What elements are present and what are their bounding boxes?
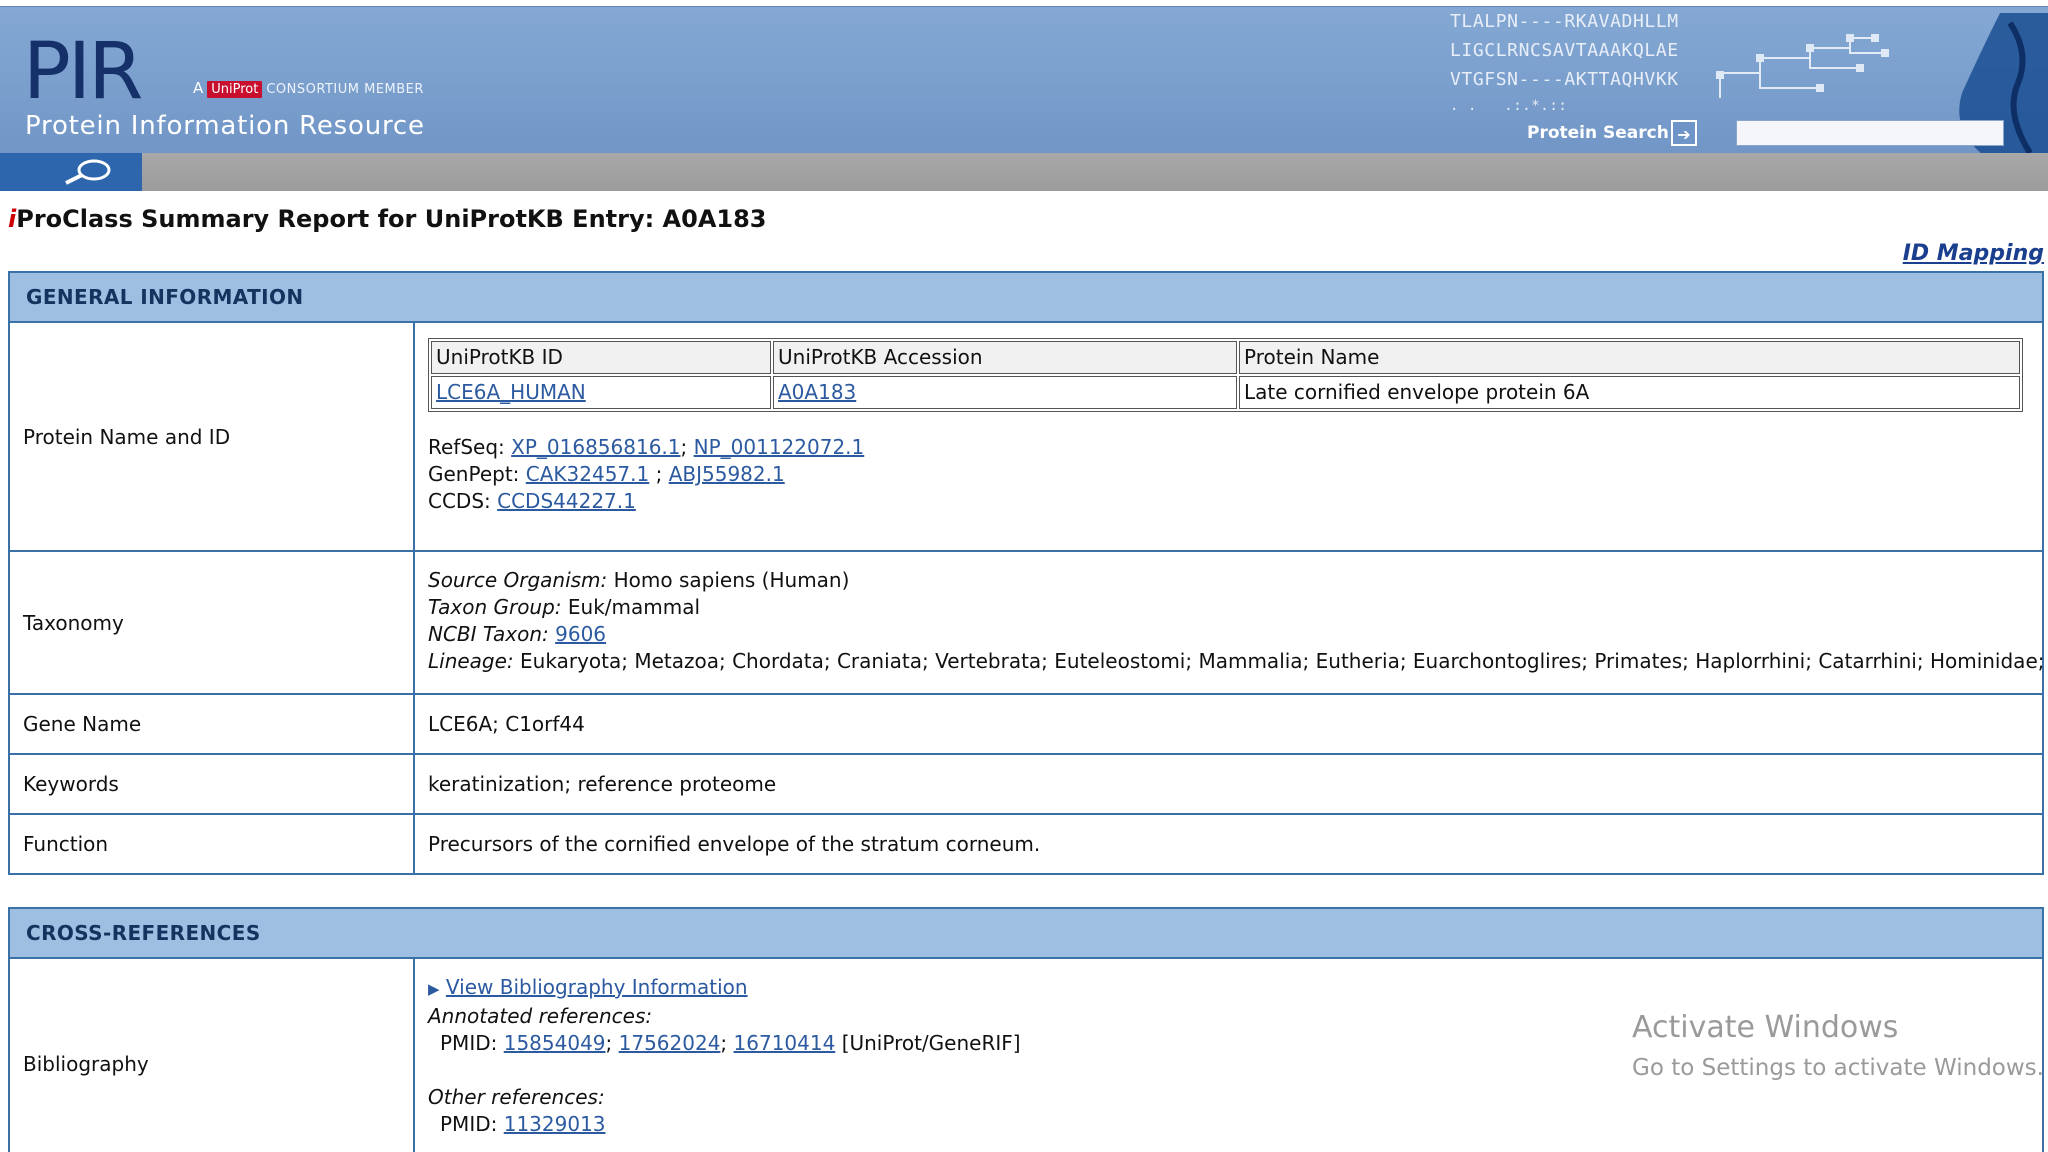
annotated-label-text: Annotated references: xyxy=(428,1004,653,1028)
row-label: Keywords xyxy=(10,755,415,813)
accession-link[interactable]: A0A183 xyxy=(778,380,856,404)
row-label: Function xyxy=(10,815,415,873)
genpept-link[interactable]: ABJ55982.1 xyxy=(669,462,785,486)
refseq-line: RefSeq: XP_016856816.1; NP_001122072.1 xyxy=(428,435,865,459)
site-subtitle: Protein Information Resource xyxy=(25,111,425,141)
pmid-label: PMID: xyxy=(440,1112,498,1136)
source-organism-label: Source Organism: xyxy=(428,568,608,592)
id-table-header: Protein Name xyxy=(1239,341,2020,374)
id-table-header: UniProtKB ID xyxy=(431,341,771,374)
member-prefix: A xyxy=(193,79,204,97)
other-references-label: Other references: xyxy=(428,1084,2042,1111)
sequence-line: . . .:.*.:: xyxy=(1450,98,1568,114)
pmid-link[interactable]: 16710414 xyxy=(734,1031,836,1055)
arrow-right-icon: ➔ xyxy=(1677,125,1691,144)
sequence-line: LIGCLRNCSAVTAAAKQLAE xyxy=(1450,40,1679,61)
consortium-text: CONSORTIUM MEMBER xyxy=(266,82,424,97)
source-organism-line: Source Organism: Homo sapiens (Human) xyxy=(428,567,2048,594)
taxon-group-label: Taxon Group: xyxy=(428,595,562,619)
id-mapping-link[interactable]: ID Mapping xyxy=(1903,241,2044,266)
protein-name-cell: Late cornified envelope protein 6A xyxy=(1239,376,2020,409)
id-table-cell: LCE6A_HUMAN xyxy=(431,376,771,409)
title-prefix: i xyxy=(8,205,17,233)
taxonomy-row: Taxonomy Source Organism: Homo sapiens (… xyxy=(10,552,2048,695)
lineage-line: Lineage: Eukaryota; Metazoa; Chordata; C… xyxy=(428,648,2048,675)
view-bibliography-line: ▶ View Bibliography Information xyxy=(428,974,2042,1003)
sequence-line: TLALPN----RKAVADHLLM xyxy=(1450,11,1679,32)
search-icon xyxy=(65,159,111,185)
uniprot-member-badge: A UniProt CONSORTIUM MEMBER xyxy=(193,79,424,98)
id-table: UniProtKB ID UniProtKB Accession Protein… xyxy=(428,338,2023,412)
pmid-link[interactable]: 17562024 xyxy=(619,1031,721,1055)
other-pmid-line: PMID: 11329013 xyxy=(428,1111,2042,1138)
ncbi-taxon-link[interactable]: 9606 xyxy=(555,622,606,646)
general-information-section: GENERAL INFORMATION Protein Name and ID … xyxy=(8,271,2048,875)
pmid-link[interactable]: 15854049 xyxy=(504,1031,606,1055)
pmid-label: PMID: xyxy=(440,1031,498,1055)
page: PIR A UniProt CONSORTIUM MEMBER Protein In… xyxy=(0,0,2048,1152)
lineage: Eukaryota; Metazoa; Chordata; Craniata; … xyxy=(520,649,2048,673)
taxon-group: Euk/mammal xyxy=(567,595,701,619)
refseq-link[interactable]: XP_016856816.1 xyxy=(511,435,680,459)
protein-name-value: UniProtKB ID UniProtKB Accession Protein… xyxy=(415,323,2042,550)
protein-search-input[interactable] xyxy=(1736,120,2004,146)
sequence-line: VTGFSN----AKTTAQHVKK xyxy=(1450,69,1679,90)
id-table-cell: A0A183 xyxy=(773,376,1237,409)
uniprot-id-link[interactable]: LCE6A_HUMAN xyxy=(436,380,586,404)
taxonomy-value: Source Organism: Homo sapiens (Human) Ta… xyxy=(415,552,2048,693)
refseq-link[interactable]: NP_001122072.1 xyxy=(694,435,865,459)
other-label-text: Other references: xyxy=(428,1085,605,1109)
ccds-link[interactable]: CCDS44227.1 xyxy=(497,489,636,513)
watermark-title: Activate Windows xyxy=(1632,1010,1899,1045)
row-label: Gene Name xyxy=(10,695,415,753)
pmid-link[interactable]: 11329013 xyxy=(504,1112,606,1136)
taxon-group-line: Taxon Group: Euk/mammal xyxy=(428,594,2048,621)
id-table-header: UniProtKB Accession xyxy=(773,341,1237,374)
genpept-label: GenPept: xyxy=(428,462,520,486)
page-title-text: ProClass Summary Report for UniProtKB En… xyxy=(16,205,767,233)
ccds-label: CCDS: xyxy=(428,489,491,513)
page-title: iProClass Summary Report for UniProtKB E… xyxy=(8,205,767,233)
search-nav-tab[interactable] xyxy=(0,153,142,191)
ncbi-taxon-line: NCBI Taxon: 9606 xyxy=(428,621,2048,648)
gene-name-row: Gene Name LCE6A; C1orf44 xyxy=(10,695,2042,755)
section-heading: GENERAL INFORMATION xyxy=(10,273,2042,323)
section-heading: CROSS-REFERENCES xyxy=(10,909,2042,959)
activate-windows-watermark: Activate Windows Go to Settings to activ… xyxy=(1632,1008,2044,1088)
pmid-source: [UniProt/GeneRIF] xyxy=(841,1031,1021,1055)
function-value: Precursors of the cornified envelope of … xyxy=(428,831,1041,856)
nav-bar xyxy=(0,153,2048,191)
refseq-label: RefSeq: xyxy=(428,435,505,459)
row-label: Protein Name and ID xyxy=(10,323,415,550)
source-organism: Homo sapiens (Human) xyxy=(613,568,850,592)
genpept-link[interactable]: CAK32457.1 xyxy=(526,462,649,486)
row-label: Taxonomy xyxy=(10,552,415,693)
genpept-line: GenPept: CAK32457.1 ; ABJ55982.1 xyxy=(428,462,785,486)
ccds-line: CCDS: CCDS44227.1 xyxy=(428,488,2042,515)
function-row: Function Precursors of the cornified env… xyxy=(10,815,2042,873)
keywords-row: Keywords keratinization; reference prote… xyxy=(10,755,2042,815)
row-label: Bibliography xyxy=(10,959,415,1152)
pir-logo[interactable]: PIR xyxy=(23,33,144,111)
header-banner: PIR A UniProt CONSORTIUM MEMBER Protein In… xyxy=(0,6,2048,160)
protein-search-label: Protein Search xyxy=(1527,123,1669,143)
watermark-subtitle: Go to Settings to activate Windows. xyxy=(1632,1055,2044,1081)
lineage-label: Lineage: xyxy=(428,649,514,673)
gene-name-value: LCE6A; C1orf44 xyxy=(428,711,585,736)
triangle-right-icon[interactable]: ▶ xyxy=(428,980,440,998)
search-go-button[interactable]: ➔ xyxy=(1671,120,1697,146)
uniprot-badge: UniProt xyxy=(207,81,263,98)
view-bibliography-link[interactable]: View Bibliography Information xyxy=(446,975,748,999)
protein-name-row: Protein Name and ID UniProtKB ID UniProt… xyxy=(10,323,2042,552)
keywords-value: keratinization; reference proteome xyxy=(428,771,777,796)
ncbi-taxon-label: NCBI Taxon: xyxy=(428,622,549,646)
